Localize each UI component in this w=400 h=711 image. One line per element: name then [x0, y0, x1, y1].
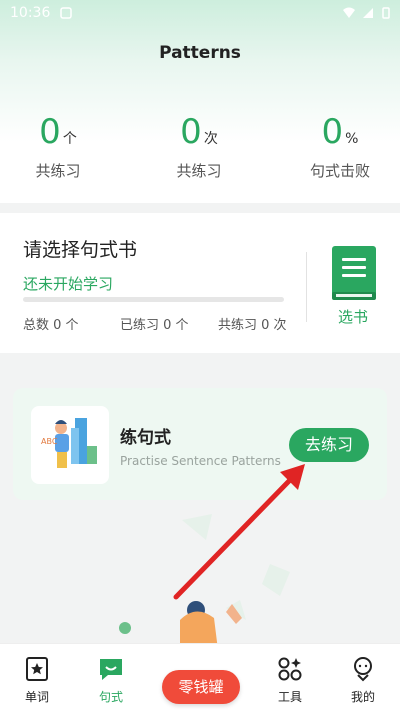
book-title[interactable]: 请选择句式书 — [23, 235, 137, 262]
practice-subtitle: Practise Sentence Patterns — [120, 454, 281, 468]
header-area: 10:36 Patterns 0个 共练习 0次 共练习 0% 句式击败 — [0, 0, 400, 203]
status-time: 10:36 — [10, 5, 51, 21]
tab-tools[interactable]: 工具 — [255, 644, 325, 711]
stat-label: 共练习 — [35, 162, 81, 180]
bookmark-icon — [26, 657, 48, 681]
go-practice-button[interactable]: 去练习 — [289, 428, 369, 462]
profile-icon — [354, 657, 372, 682]
stat-value: 0 — [39, 112, 61, 152]
divider — [306, 252, 307, 322]
book-practiced: 已练习 0 个 — [120, 318, 189, 333]
stat-label: 句式击败 — [309, 162, 370, 180]
tab-profile[interactable]: 我的 — [328, 644, 398, 711]
page-title: Patterns — [159, 43, 241, 63]
svg-text:ABC: ABC — [41, 437, 58, 446]
book-status: 还未开始学习 — [23, 275, 114, 293]
battery-icon — [382, 7, 390, 19]
stat-unit: % — [345, 131, 359, 147]
status-bar: 10:36 — [0, 0, 400, 28]
stat-unit: 个 — [62, 131, 77, 147]
stat-practice-times: 0次 共练习 — [144, 112, 254, 181]
stat-value: 0 — [180, 112, 202, 152]
signal-icon — [363, 8, 373, 18]
stat-unit: 次 — [203, 131, 218, 147]
book-progress-bar — [23, 297, 284, 302]
notification-icon — [60, 7, 72, 19]
book-times: 共练习 0 次 — [218, 318, 287, 333]
tab-patterns[interactable]: 句式 — [76, 644, 146, 711]
tab-label: 我的 — [350, 690, 375, 704]
student-illustration-icon: ABC — [41, 418, 97, 468]
decorative-illustration — [119, 514, 290, 650]
tab-label: 单词 — [24, 690, 49, 704]
stat-value: 0 — [321, 112, 344, 152]
tools-icon — [278, 657, 302, 681]
piggy-bank-button[interactable]: 零钱罐 — [162, 670, 240, 704]
stat-practiced-count: 0个 共练习 — [3, 112, 113, 181]
practice-title: 练句式 — [120, 428, 171, 448]
wifi-icon — [343, 7, 355, 18]
tab-label: 工具 — [277, 690, 302, 704]
select-book-button[interactable]: 选书 — [338, 306, 368, 327]
tab-label: 句式 — [98, 690, 123, 704]
practice-card[interactable]: ABC 练句式 Practise Sentence Patterns 去练习 — [13, 388, 387, 500]
book-total: 总数 0 个 — [23, 318, 79, 333]
stat-label: 共练习 — [176, 162, 222, 180]
tab-words[interactable]: 单词 — [2, 644, 72, 711]
practice-illustration: ABC — [31, 406, 109, 484]
chat-icon — [100, 659, 122, 680]
book-icon[interactable] — [330, 244, 378, 302]
stat-beat-percent: 0% 句式击败 — [285, 112, 395, 181]
